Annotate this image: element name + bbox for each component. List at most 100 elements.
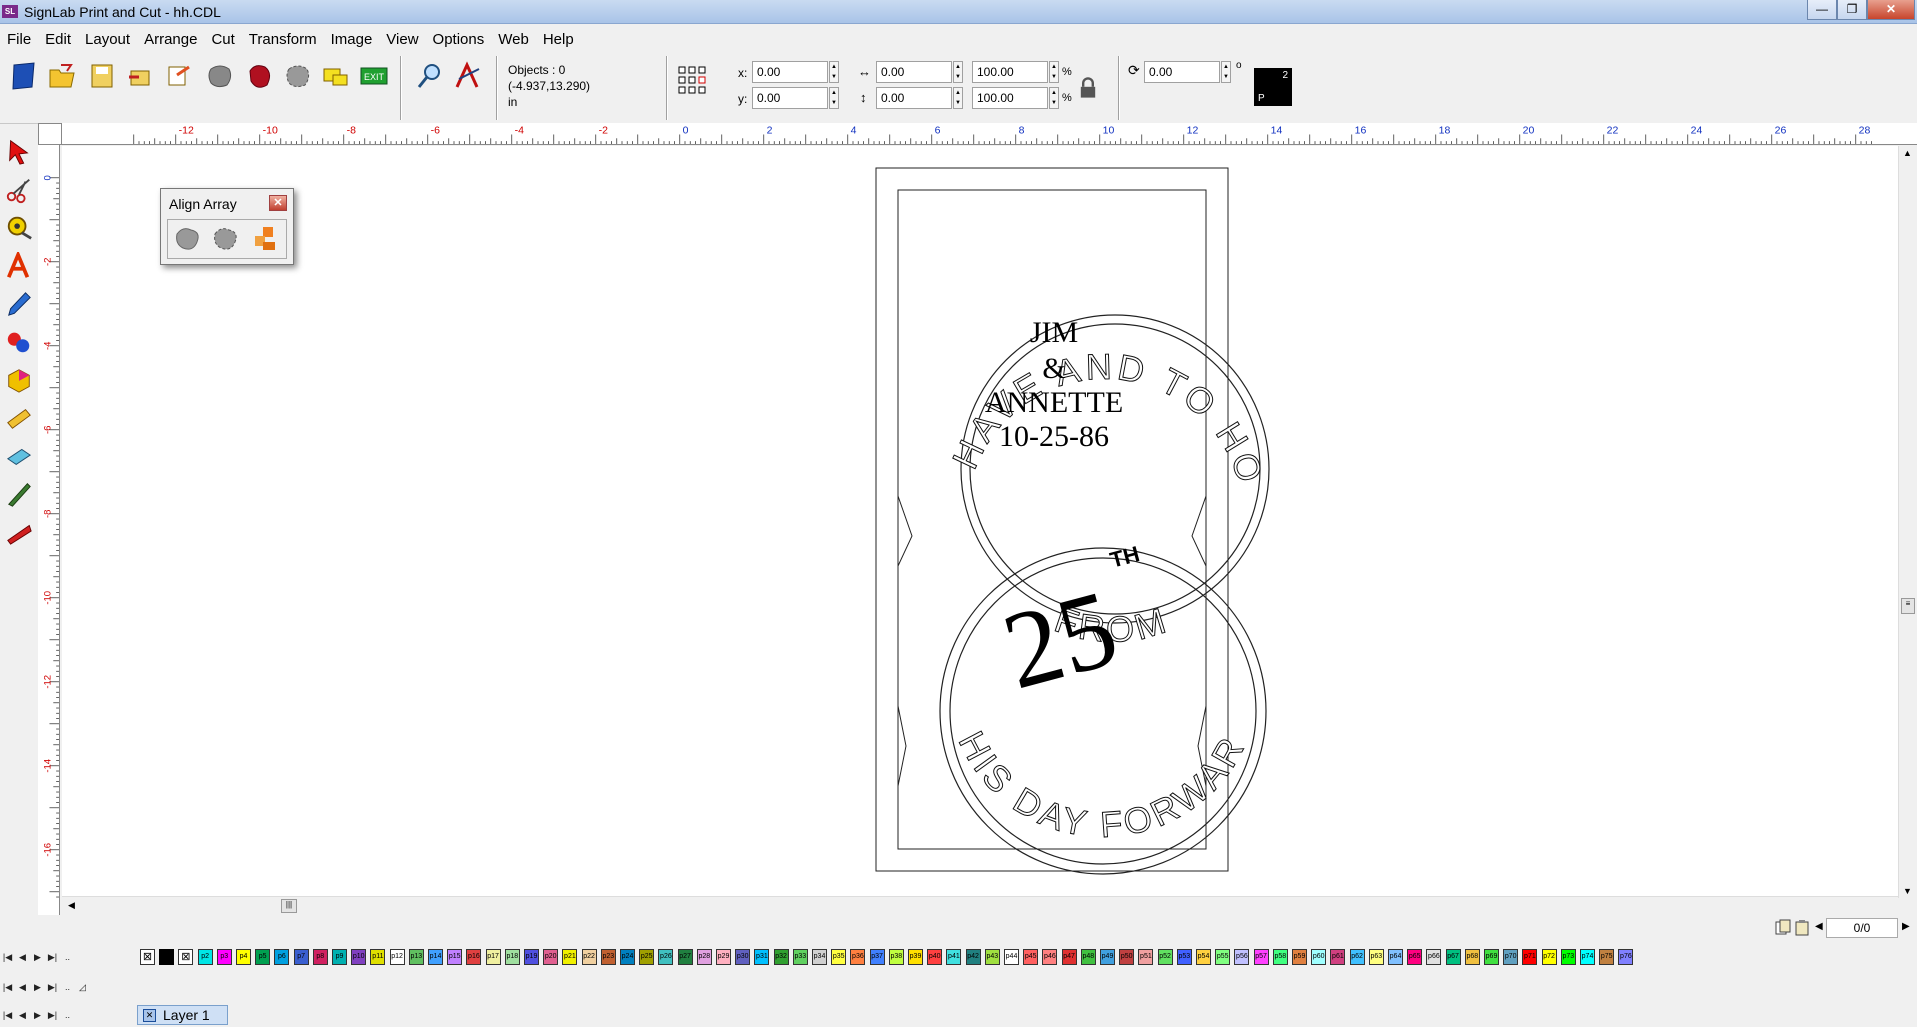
scale-x-input[interactable]: 100.00 <box>972 61 1048 83</box>
color-swatch[interactable]: p7 <box>293 949 309 965</box>
color-swatch[interactable]: p10 <box>351 949 367 965</box>
restore-button[interactable]: ❐ <box>1837 0 1867 20</box>
color-swatch[interactable]: p5 <box>255 949 271 965</box>
color-swatch[interactable]: p37 <box>869 949 885 965</box>
y-input[interactable]: 0.00 <box>752 87 828 109</box>
layer-more-icon[interactable]: .. <box>60 1007 75 1023</box>
scissors-icon[interactable] <box>3 174 35 206</box>
color-swatch[interactable]: p62 <box>1349 949 1365 965</box>
color-swatch[interactable]: p11 <box>370 949 386 965</box>
color-swatch[interactable]: p13 <box>408 949 424 965</box>
layer-tab[interactable]: ✕ Layer 1 <box>137 1005 228 1025</box>
horizontal-scroll-thumb[interactable]: ||| <box>281 899 297 913</box>
select-arrow-icon[interactable] <box>3 136 35 168</box>
color-swatch[interactable]: p15 <box>447 949 463 965</box>
color-swatch[interactable]: p54 <box>1196 949 1211 965</box>
zoom-icon[interactable] <box>414 60 446 92</box>
color-swatch[interactable]: p18 <box>504 949 520 965</box>
height-spinner[interactable]: ▲ ▼ <box>953 87 963 109</box>
x-spinner[interactable]: ▲ ▼ <box>829 61 839 83</box>
color-swatch[interactable]: p17 <box>485 949 501 965</box>
open-folder-icon[interactable] <box>46 60 78 92</box>
color-swatch[interactable]: p16 <box>466 949 482 965</box>
minimize-button[interactable]: — <box>1807 0 1837 20</box>
color-swatch[interactable]: p33 <box>792 949 808 965</box>
color-swatch[interactable]: p20 <box>543 949 559 965</box>
ruler-corner-icon[interactable] <box>38 123 62 145</box>
color-swatch[interactable]: p73 <box>1560 949 1576 965</box>
menu-options[interactable]: Options <box>426 27 492 51</box>
layer-first-icon[interactable]: |◀ <box>0 1007 15 1023</box>
menu-web[interactable]: Web <box>491 27 536 51</box>
color-balls-icon[interactable] <box>3 326 35 358</box>
pencil-icon[interactable] <box>3 402 35 434</box>
menu-edit[interactable]: Edit <box>38 27 78 51</box>
menu-cut[interactable]: Cut <box>204 27 241 51</box>
menu-file[interactable]: File <box>0 27 38 51</box>
scale-y-spinner[interactable]: ▲ ▼ <box>1049 87 1059 109</box>
height-input[interactable]: 0.00 <box>876 87 952 109</box>
weld-icon[interactable] <box>244 60 276 92</box>
color-swatch[interactable]: p9 <box>332 949 347 965</box>
color-swatch[interactable]: p27 <box>677 949 693 965</box>
design-artwork[interactable]: TO HAVE AND TO HOLD FROM THIS DAY FORWAR… <box>45 113 1898 898</box>
measure-tape-icon[interactable] <box>3 212 35 244</box>
palette-first-icon[interactable]: |◀ <box>0 949 15 965</box>
color-swatch[interactable]: p39 <box>908 949 923 965</box>
menu-layout[interactable]: Layout <box>78 27 137 51</box>
color-swatch[interactable]: p3 <box>216 949 232 965</box>
exit-sign-icon[interactable]: EXIT <box>358 60 390 92</box>
width-spinner[interactable]: ▲ ▼ <box>953 61 963 83</box>
ungroup-icon[interactable] <box>282 60 314 92</box>
color-swatch[interactable]: p53 <box>1176 949 1192 965</box>
page-prev-icon[interactable]: ◀ <box>1815 921 1823 932</box>
color-swatch[interactable]: p32 <box>773 949 789 965</box>
scale-x-spinner[interactable]: ▲ ▼ <box>1049 61 1059 83</box>
color-swatch[interactable]: p51 <box>1138 949 1154 965</box>
color-swatch[interactable]: p72 <box>1541 949 1557 965</box>
color-swatch[interactable]: p70 <box>1503 949 1519 965</box>
layer-next-icon[interactable]: ▶ <box>30 1007 45 1023</box>
y-spinner[interactable]: ▲ ▼ <box>829 87 839 109</box>
menu-transform[interactable]: Transform <box>242 27 324 51</box>
color-swatch[interactable]: p43 <box>984 949 1000 965</box>
color-swatch[interactable]: p12 <box>389 949 405 965</box>
color-swatch[interactable]: p42 <box>965 949 981 965</box>
color-swatch[interactable]: p44 <box>1004 949 1019 965</box>
menu-view[interactable]: View <box>379 27 425 51</box>
color-swatch[interactable]: p57 <box>1253 949 1269 965</box>
color-swatch[interactable]: p60 <box>1311 949 1327 965</box>
color-swatch[interactable]: p47 <box>1061 949 1077 965</box>
color-swatch[interactable]: p31 <box>754 949 770 965</box>
color-swatch[interactable]: p19 <box>524 949 539 965</box>
color-swatch[interactable]: p23 <box>600 949 616 965</box>
save-icon[interactable] <box>86 60 118 92</box>
color-swatch[interactable]: p46 <box>1042 949 1058 965</box>
color-swatch[interactable]: p28 <box>696 949 712 965</box>
pen-icon[interactable] <box>3 288 35 320</box>
scroll-left-icon[interactable]: ◀ <box>68 900 75 911</box>
color-swatch[interactable]: p76 <box>1618 949 1634 965</box>
color-swatch[interactable]: p63 <box>1368 949 1384 965</box>
color-swatch[interactable]: p55 <box>1215 949 1231 965</box>
layer-last-icon[interactable]: ▶| <box>45 1007 60 1023</box>
color-swatch[interactable]: p35 <box>831 949 847 965</box>
rotate-input[interactable]: 0.00 <box>1144 61 1220 83</box>
color-swatch[interactable]: p58 <box>1272 949 1288 965</box>
scale-y-input[interactable]: 100.00 <box>972 87 1048 109</box>
new-document-icon[interactable] <box>8 60 40 92</box>
color-swatch[interactable]: p30 <box>735 949 751 965</box>
color-swatch[interactable]: p26 <box>658 949 674 965</box>
nav-ruler-icon[interactable]: ◿ <box>75 979 90 995</box>
color-swatch[interactable]: p6 <box>274 949 290 965</box>
color-swatch[interactable]: p8 <box>312 949 328 965</box>
color-swatch[interactable]: p69 <box>1484 949 1499 965</box>
color-swatch[interactable]: p74 <box>1580 949 1595 965</box>
page-copy-icon[interactable] <box>1774 919 1792 937</box>
scroll-up-icon[interactable]: ▲ <box>1903 148 1912 158</box>
knife-icon[interactable] <box>3 478 35 510</box>
palette-prev-icon[interactable]: ◀ <box>15 949 30 965</box>
color-swatch[interactable]: ⊠ <box>178 949 194 965</box>
color-swatch[interactable]: p48 <box>1080 949 1096 965</box>
color-swatch[interactable]: p65 <box>1407 949 1423 965</box>
